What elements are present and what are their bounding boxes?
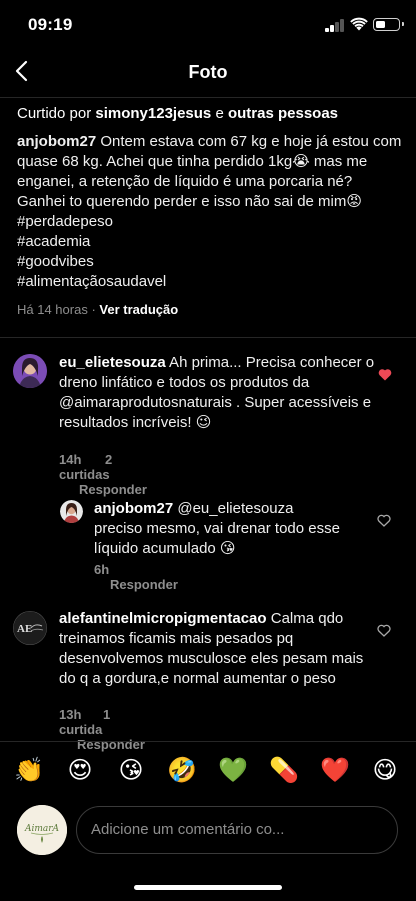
reply-button[interactable]: Responder [77,737,145,752]
my-avatar: AimarA [17,805,67,855]
heart-filled-icon[interactable] [378,368,392,381]
post-author-username[interactable]: anjobom27 [17,133,96,150]
battery-icon [373,18,404,31]
wifi-icon [350,17,368,31]
comment-text: anjobom27 @eu_elietesouza preciso mesmo,… [94,499,344,559]
heart-eyes-emoji[interactable]: 😍 [64,756,96,786]
comment-username[interactable]: alefantinelmicropigmentacao [59,610,267,627]
post-caption-section: Curtido por simony123jesus e outras pess… [17,104,407,320]
comment-text: eu_elietesouza Ah prima... Precisa conhe… [59,353,379,433]
reply-button[interactable]: Responder [110,577,178,592]
emoji-reaction-bar: 👏 😍 😘 🤣 💚 💊 ❤️ 😋 [0,756,416,788]
nav-bar: Foto [0,50,416,97]
page-title: Foto [188,62,228,82]
svg-text:AE: AE [17,623,32,635]
home-indicator [134,885,282,890]
comment-time: 13h [59,707,82,722]
comment-username[interactable]: anjobom27 [94,500,173,517]
comment-meta: 14h 2 curtidas Responder [59,452,147,497]
other-likers-link[interactable]: outras pessoas [228,105,338,122]
comment-meta: 13h 1 curtida Responder [59,707,145,752]
emoji-divider [0,741,416,742]
comment-time: 14h [59,452,82,467]
avatar[interactable] [60,500,83,523]
comment-input[interactable]: Adicione um comentário co... [76,806,398,854]
yum-face-emoji[interactable]: 😋 [369,756,401,786]
heart-outline-icon[interactable] [377,514,391,527]
pill-emoji[interactable]: 💊 [268,756,300,786]
avatar[interactable] [13,354,47,388]
status-bar: 09:19 [0,0,416,50]
nav-divider [0,97,416,98]
cellular-signal-icon [325,19,345,32]
post-caption: anjobom27 Ontem estava com 67 kg e hoje … [17,132,407,292]
post-time-ago: Há 14 horas [17,302,88,317]
likes-conjunction: e [211,105,228,122]
section-divider [0,337,416,338]
meta-separator: · [91,302,96,317]
green-heart-emoji[interactable]: 💚 [217,756,249,786]
reply-button[interactable]: Responder [79,482,147,497]
comment-input-row: AimarA Adicione um comentário co... [0,804,416,856]
likes-prefix: Curtido por [17,105,96,122]
kiss-emoji[interactable]: 😘 [115,756,147,786]
rolling-laughing-emoji[interactable]: 🤣 [166,756,198,786]
avatar-logo-text: AimarA [24,824,60,834]
comment-time: 6h [94,562,110,577]
liked-by-user-link[interactable]: simony123jesus [95,105,211,122]
heart-outline-icon[interactable] [377,624,391,637]
caption-text: Ontem estava com 67 kg e hoje já estou c… [17,133,402,290]
comment-username[interactable]: eu_elietesouza [59,354,166,371]
post-meta: Há 14 horas · Ver tradução [17,300,407,320]
likes-line: Curtido por simony123jesus e outras pess… [17,104,407,124]
clapping-hands-emoji[interactable]: 👏 [13,756,45,786]
see-translation-link[interactable]: Ver tradução [99,302,178,317]
avatar[interactable]: AE [13,611,47,645]
comment-meta: 6h Responder [94,562,178,592]
comment-text: alefantinelmicropigmentacao Calma qdo tr… [59,609,379,689]
status-time: 09:19 [28,15,73,34]
red-heart-emoji[interactable]: ❤️ [319,756,351,786]
